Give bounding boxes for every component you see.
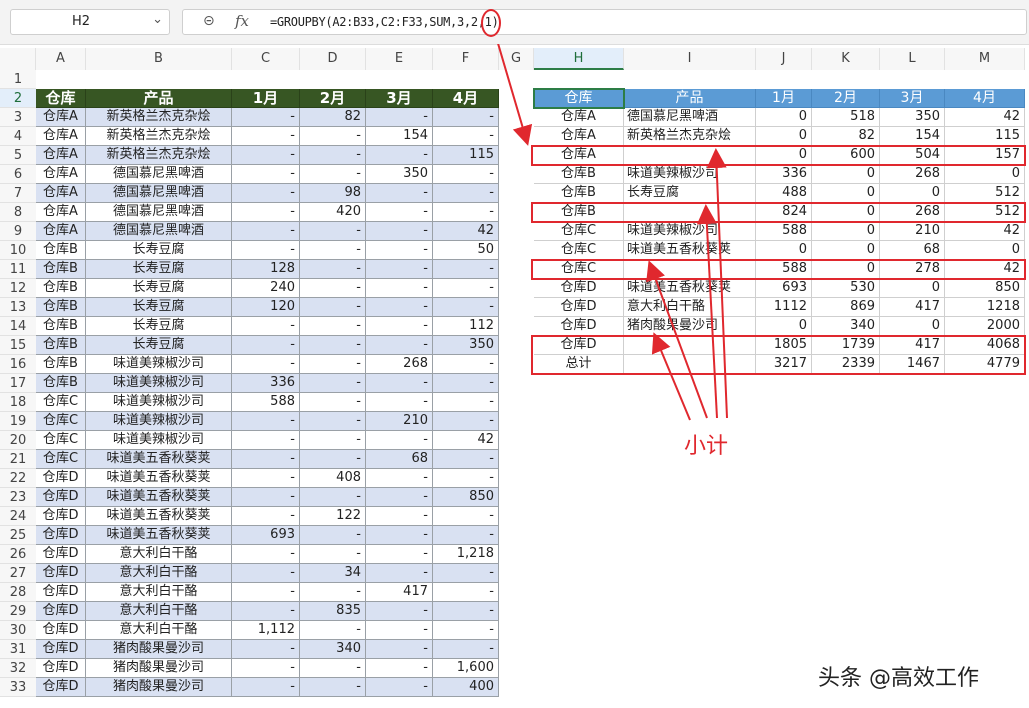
- annotation-arrows: [497, 44, 728, 421]
- name-box[interactable]: H2 ⌄: [10, 9, 170, 35]
- formula-bar: H2 ⌄ ⊝ fx =GROUPBY(A2:B33,C2:F33,SUM,3,2…: [0, 0, 1029, 45]
- spreadsheet-grid: A B C D E F G H I J K L M 1 2 3 4 5 6 7 8 9 10 11 12 13 14 15 16 17 18…: [0, 44, 1029, 708]
- arrow-to-subtotal-a: [706, 148, 728, 419]
- zoom-icon[interactable]: ⊝: [203, 13, 215, 29]
- name-box-value: H2: [71, 14, 91, 29]
- formula-text[interactable]: =GROUPBY(A2:B33,C2:F33,SUM,3,2,1): [270, 15, 499, 29]
- chevron-down-icon[interactable]: ⌄: [152, 12, 163, 27]
- annotation-circle: [481, 9, 501, 37]
- fx-icon[interactable]: fx: [235, 12, 249, 30]
- formula-input[interactable]: ⊝ fx =GROUPBY(A2:B33,C2:F33,SUM,3,2,1): [182, 9, 1027, 35]
- arrow-to-subtotal-b: [696, 204, 718, 419]
- formula-arrow: [497, 44, 533, 146]
- arrow-to-subtotal-d: [651, 332, 691, 421]
